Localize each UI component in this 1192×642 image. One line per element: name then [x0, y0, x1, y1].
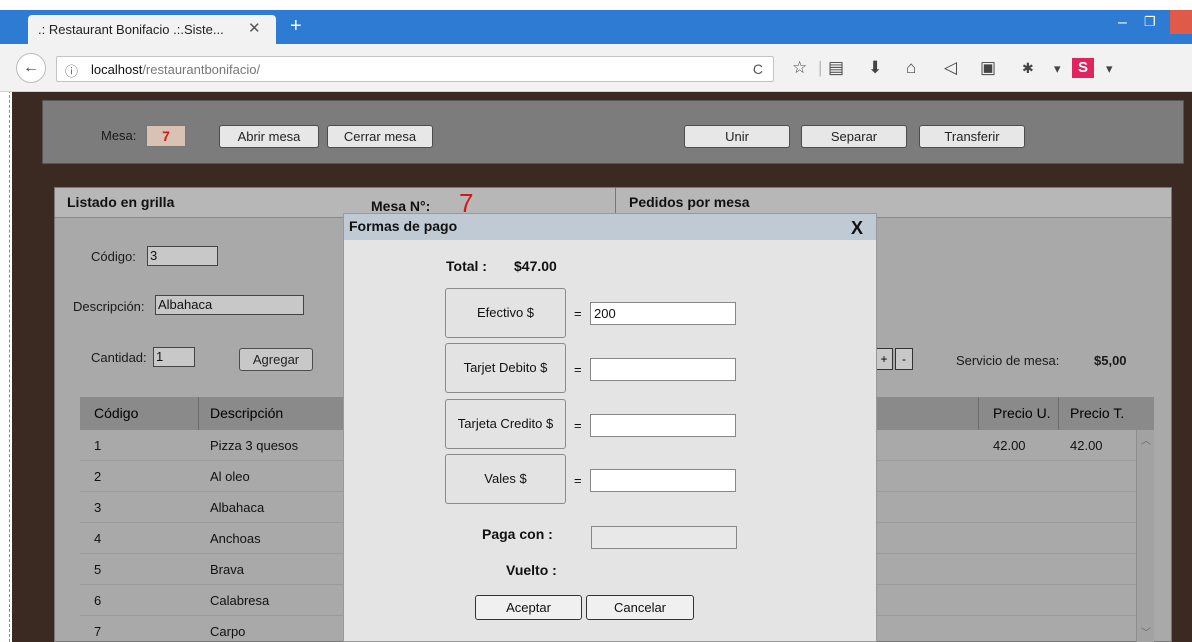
cantidad-label: Cantidad: [91, 350, 147, 365]
cell-descripcion: Al oleo [210, 469, 250, 484]
cell-precio-u: 42.00 [993, 438, 1026, 453]
cancelar-button[interactable]: Cancelar [586, 595, 694, 620]
address-bar[interactable]: ⓘ localhost/restaurantbonifacio/ C [56, 56, 774, 82]
total-label: Total : [446, 258, 487, 274]
transferir-button[interactable]: Transferir [919, 125, 1025, 148]
home-icon[interactable]: ⌂ [906, 58, 916, 78]
url-text: localhost/restaurantbonifacio/ [91, 62, 260, 77]
tab-bar: .: Restaurant Bonifacio .:.Siste... ✕ + … [0, 10, 1192, 44]
cell-descripcion: Carpo [210, 624, 246, 639]
codigo-label: Código: [91, 249, 136, 264]
servicio-label: Servicio de mesa: [956, 353, 1060, 368]
send-icon[interactable]: ◁ [944, 58, 957, 78]
url-path: /restaurantbonifacio/ [142, 62, 261, 77]
cell-codigo: 1 [94, 438, 102, 453]
tab-title: .: Restaurant Bonifacio .:.Siste... [38, 22, 224, 37]
efectivo-button[interactable]: Efectivo $ [445, 288, 566, 338]
col-codigo: Código [94, 405, 139, 421]
overflow-chevron-icon[interactable]: ▾ [1106, 61, 1113, 77]
scroll-down-icon[interactable]: ﹀ [1141, 624, 1151, 639]
vales-input[interactable] [590, 469, 736, 492]
page-edge [9, 10, 10, 642]
modal-title: Formas de pago [349, 218, 458, 234]
payment-modal: Formas de pago X Total : $47.00 Efectivo… [343, 213, 877, 642]
menu-chevron-icon[interactable]: ▾ [1054, 61, 1061, 77]
debito-button[interactable]: Tarjet Debito $ [445, 343, 566, 393]
cell-codigo: 6 [94, 593, 102, 608]
paga-con-label: Paga con : [482, 526, 553, 542]
grid-scrollbar[interactable]: ︿ ﹀ [1136, 430, 1154, 642]
browser-tab[interactable]: .: Restaurant Bonifacio .:.Siste... ✕ [28, 15, 276, 44]
reload-icon[interactable]: C [753, 61, 763, 77]
new-tab-icon[interactable]: + [290, 15, 302, 38]
equals-sign: = [574, 362, 582, 377]
cantidad-input[interactable]: 1 [153, 347, 195, 367]
cell-codigo: 2 [94, 469, 102, 484]
bookmark-star-icon[interactable]: ☆ [792, 58, 807, 78]
debito-input[interactable] [590, 358, 736, 381]
col-divider [198, 397, 199, 430]
col-divider [978, 397, 979, 430]
total-value: $47.00 [514, 258, 557, 274]
listado-title: Listado en grilla [67, 194, 175, 210]
cell-codigo: 3 [94, 500, 102, 515]
close-window-icon[interactable] [1170, 10, 1192, 34]
vales-button[interactable]: Vales $ [445, 454, 566, 504]
equals-sign: = [574, 418, 582, 433]
extension-icon[interactable]: ✱ [1022, 60, 1034, 77]
plus-button[interactable]: + [875, 348, 893, 370]
cell-descripcion: Anchoas [210, 531, 261, 546]
tab-close-icon[interactable]: ✕ [248, 19, 261, 37]
mesa-toolbar: Mesa: 7 Abrir mesa Cerrar mesa Unir Sepa… [42, 100, 1184, 164]
modal-header: Formas de pago X [344, 214, 876, 240]
cell-descripcion: Brava [210, 562, 244, 577]
credito-input[interactable] [590, 414, 736, 437]
cerrar-mesa-button[interactable]: Cerrar mesa [327, 125, 433, 148]
extension-s-icon[interactable]: ▣ [980, 58, 996, 78]
cell-descripcion: Albahaca [210, 500, 265, 515]
col-descripcion: Descripción [210, 405, 284, 421]
cell-codigo: 5 [94, 562, 102, 577]
maximize-icon[interactable]: ❐ [1144, 14, 1156, 30]
col-divider [1058, 397, 1059, 430]
modal-close-button[interactable]: X [851, 218, 863, 239]
agregar-button[interactable]: Agregar [239, 348, 313, 371]
equals-sign: = [574, 473, 582, 488]
minimize-icon[interactable]: – [1118, 14, 1127, 32]
mesa-number-label: Mesa N°: [371, 198, 431, 214]
pedidos-title: Pedidos por mesa [629, 194, 750, 210]
cell-descripcion: Calabresa [210, 593, 270, 608]
back-button[interactable]: ← [16, 53, 46, 83]
codigo-input[interactable]: 3 [147, 246, 218, 266]
cell-codigo: 7 [94, 624, 102, 639]
cell-descripcion: Pizza 3 quesos [210, 438, 299, 453]
descripcion-label: Descripción: [73, 299, 145, 314]
vuelto-label: Vuelto : [506, 562, 557, 578]
scroll-up-icon[interactable]: ︿ [1141, 432, 1151, 447]
equals-sign: = [574, 306, 582, 321]
mesa-label: Mesa: [101, 128, 137, 143]
s-extension-icon[interactable]: S [1072, 58, 1094, 78]
descripcion-input[interactable]: Albahaca [155, 295, 304, 315]
credito-button[interactable]: Tarjeta Credito $ [445, 399, 566, 449]
info-icon[interactable]: ⓘ [65, 61, 78, 80]
download-icon[interactable]: ⬇ [868, 58, 882, 78]
cell-precio-t: 42.00 [1070, 438, 1103, 453]
efectivo-input[interactable]: 200 [590, 302, 736, 325]
minus-button[interactable]: - [895, 348, 913, 370]
col-precio-t: Precio T. [1070, 405, 1125, 421]
separar-button[interactable]: Separar [801, 125, 907, 148]
url-host: localhost [91, 62, 143, 77]
abrir-mesa-button[interactable]: Abrir mesa [219, 125, 319, 148]
unir-button[interactable]: Unir [684, 125, 790, 148]
separator: | [818, 58, 823, 77]
cell-codigo: 4 [94, 531, 102, 546]
paga-con-input[interactable] [591, 526, 737, 549]
servicio-value: $5,00 [1094, 353, 1127, 368]
col-precio-u: Precio U. [993, 405, 1051, 421]
aceptar-button[interactable]: Aceptar [475, 595, 582, 620]
navigation-bar: ← ⓘ localhost/restaurantbonifacio/ C ☆ |… [0, 44, 1192, 92]
reading-list-icon[interactable]: ▤ [828, 58, 844, 78]
mesa-number-field[interactable]: 7 [146, 125, 186, 147]
